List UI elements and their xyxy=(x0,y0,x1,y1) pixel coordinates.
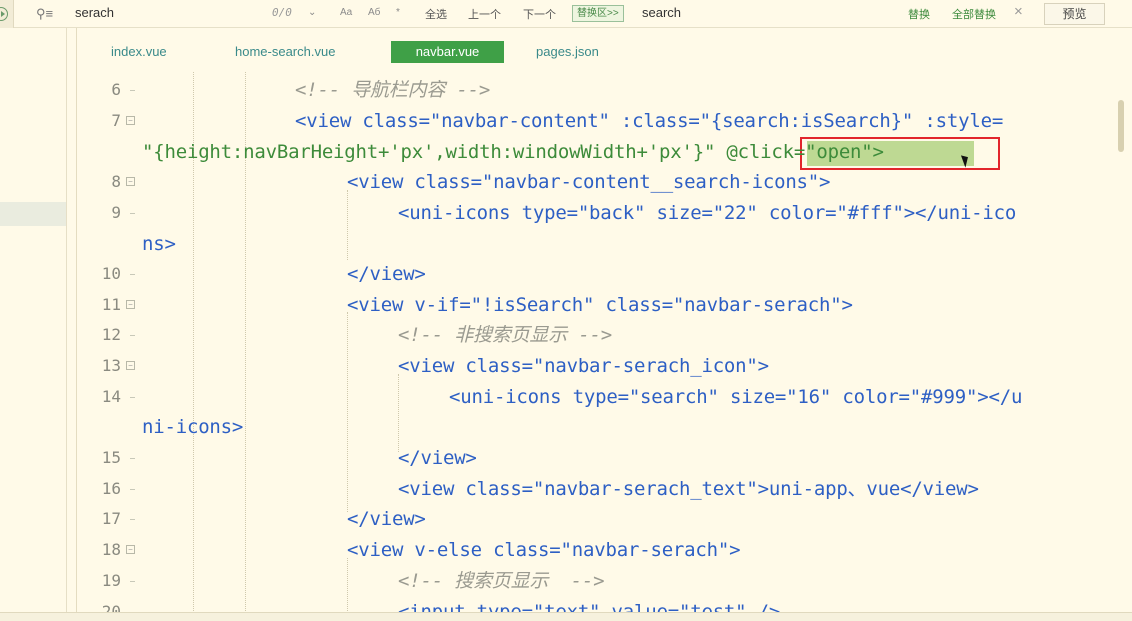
preview-button[interactable]: 预览 xyxy=(1044,3,1105,25)
code-line: <!-- 非搜索页显示 --> xyxy=(398,324,612,346)
run-icon[interactable] xyxy=(0,7,8,21)
line-number: 12 xyxy=(101,325,121,344)
fold-tick xyxy=(130,274,135,275)
tab-pages-json[interactable]: pages.json xyxy=(536,41,599,63)
tab-home-search-vue[interactable]: home-search.vue xyxy=(235,41,335,63)
match-case-toggle[interactable]: Aa xyxy=(340,7,352,18)
find-input[interactable]: serach xyxy=(75,5,114,20)
code-line: <view class="navbar-serach_text">uni-app… xyxy=(398,478,979,500)
replace-button[interactable]: 替换 xyxy=(908,6,930,22)
fold-toggle-icon[interactable]: − xyxy=(126,300,135,309)
status-strip xyxy=(0,612,1132,621)
search-options-icon[interactable]: ⚲≡ xyxy=(36,6,58,22)
code-line: <view class="navbar-content" :class="{se… xyxy=(295,110,1004,132)
code-line: <!-- 导航栏内容 --> xyxy=(295,79,491,101)
chevron-down-icon[interactable]: ⌄ xyxy=(308,7,316,18)
line-number: 14 xyxy=(101,387,121,406)
code-editor[interactable]: 6 7 8 9 10 11 12 13 14 15 16 17 18 19 20… xyxy=(77,72,1117,621)
line-number: 6 xyxy=(111,80,121,99)
fold-tick xyxy=(130,90,135,91)
tab-navbar-vue[interactable]: navbar.vue xyxy=(391,41,504,63)
indent-guide xyxy=(347,190,348,260)
fold-toggle-icon[interactable]: − xyxy=(126,177,135,186)
whole-word-toggle[interactable]: Аб xyxy=(368,7,380,18)
find-replace-bar: ⚲≡ serach 0/0 ⌄ Aa Аб * 全选 上一个 下一个 替换区>>… xyxy=(0,0,1132,28)
line-number: 10 xyxy=(101,264,121,283)
tab-index-vue[interactable]: index.vue xyxy=(111,41,167,63)
indent-guide xyxy=(398,374,399,452)
fold-tick xyxy=(130,519,135,520)
code-line: <view v-if="!isSearch" class="navbar-ser… xyxy=(347,294,853,316)
fold-toggle-icon[interactable]: − xyxy=(126,116,135,125)
line-number: 16 xyxy=(101,479,121,498)
line-number: 15 xyxy=(101,448,121,467)
line-number: 13 xyxy=(101,356,121,375)
fold-tick xyxy=(130,213,135,214)
run-strip xyxy=(0,0,14,28)
line-number: 8 xyxy=(111,172,121,191)
editor-tabs: index.vue home-search.vue navbar.vue pag… xyxy=(77,28,1132,72)
scrollbar-thumb[interactable] xyxy=(1118,100,1124,152)
fold-tick xyxy=(130,397,135,398)
close-icon[interactable]: × xyxy=(1014,3,1023,20)
project-panel xyxy=(0,28,67,621)
code-line: ns> xyxy=(142,233,176,255)
project-panel-selected-row[interactable] xyxy=(0,202,66,226)
code-line: <view class="navbar-serach_icon"> xyxy=(398,355,769,377)
code-line: <uni-icons type="search" size="16" color… xyxy=(449,386,1023,408)
code-line: ni-icons> xyxy=(142,416,244,438)
code-line: </view> xyxy=(347,263,426,285)
match-count: 0/0 xyxy=(272,6,292,19)
replace-all-button[interactable]: 全部替换 xyxy=(952,6,996,22)
line-number-gutter: 6 7 8 9 10 11 12 13 14 15 16 17 18 19 20… xyxy=(77,72,137,621)
vertical-scrollbar[interactable] xyxy=(1117,72,1132,621)
fold-tick xyxy=(130,335,135,336)
next-match-button[interactable]: 下一个 xyxy=(523,6,556,22)
line-number: 18 xyxy=(101,540,121,559)
code-line: </view> xyxy=(398,447,477,469)
fold-tick xyxy=(130,489,135,490)
line-number: 17 xyxy=(101,509,121,528)
replace-area-toggle[interactable]: 替换区>> xyxy=(572,5,624,22)
regex-toggle[interactable]: * xyxy=(396,7,400,18)
fold-tick xyxy=(130,581,135,582)
select-all-button[interactable]: 全选 xyxy=(425,6,447,22)
fold-toggle-icon[interactable]: − xyxy=(126,545,135,554)
previous-match-button[interactable]: 上一个 xyxy=(468,6,501,22)
line-number: 7 xyxy=(111,111,121,130)
code-line: <view v-else class="navbar-serach"> xyxy=(347,539,741,561)
fold-toggle-icon[interactable]: − xyxy=(126,361,135,370)
replace-input[interactable]: search xyxy=(642,5,681,20)
line-number: 9 xyxy=(111,203,121,222)
code-line: </view> xyxy=(347,508,426,530)
indent-guide xyxy=(347,312,348,512)
code-line: <!-- 搜索页显示 --> xyxy=(398,570,605,592)
line-number: 19 xyxy=(101,571,121,590)
code-line: <view class="navbar-content__search-icon… xyxy=(347,171,831,193)
code-line: "{height:navBarHeight+'px',width:windowW… xyxy=(142,141,884,163)
fold-tick xyxy=(130,458,135,459)
line-number: 11 xyxy=(101,295,121,314)
code-line: <uni-icons type="back" size="22" color="… xyxy=(398,202,1017,224)
